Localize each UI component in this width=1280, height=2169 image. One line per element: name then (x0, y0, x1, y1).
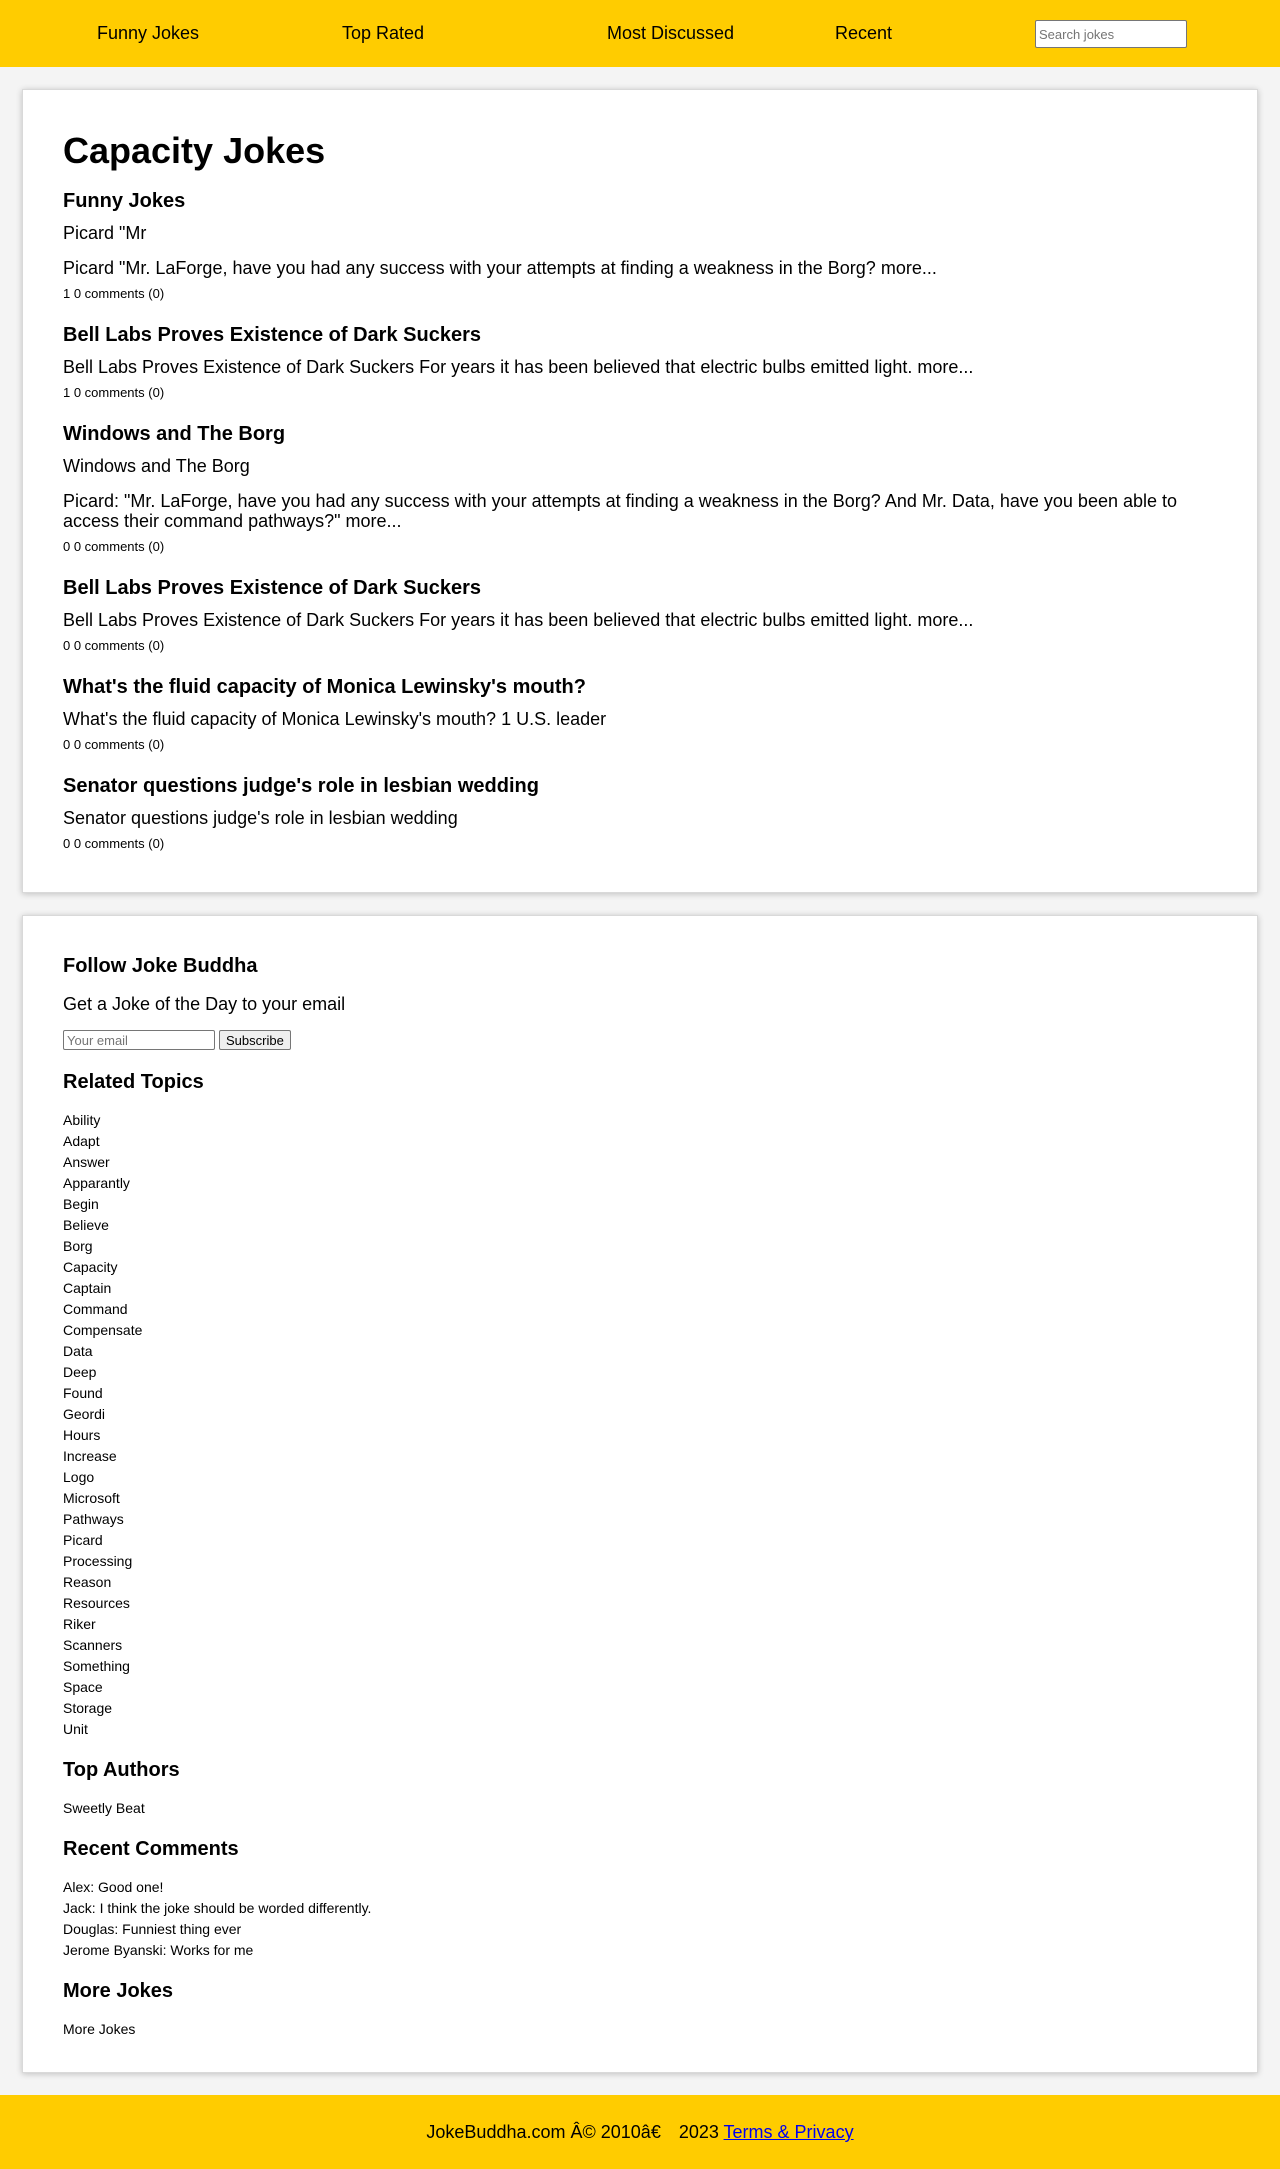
joke-body: Bell Labs Proves Existence of Dark Sucke… (63, 610, 974, 630)
search-input[interactable] (1035, 20, 1187, 48)
topic-link[interactable]: Data (63, 1341, 1217, 1362)
topic-link[interactable]: Geordi (63, 1404, 1217, 1425)
topic-link[interactable]: Space (63, 1677, 1217, 1698)
subscribe-form: Subscribe (63, 1030, 1217, 1050)
joke-subtitle: Picard "Mr (63, 223, 147, 243)
topic-link[interactable]: Believe (63, 1215, 1217, 1236)
sidebar-card: Follow Joke Buddha Get a Joke of the Day… (22, 915, 1258, 2073)
topic-link[interactable]: Compensate (63, 1320, 1217, 1341)
recent-comments-title: Recent Comments (63, 1838, 239, 1860)
top-authors-title: Top Authors (63, 1759, 180, 1781)
topic-link[interactable]: Scanners (63, 1635, 1217, 1656)
email-input[interactable] (63, 1030, 215, 1050)
joke-meta: 0 0 comments (0) (63, 737, 165, 752)
topic-link[interactable]: Storage (63, 1698, 1217, 1719)
joke-title[interactable]: Bell Labs Proves Existence of Dark Sucke… (63, 576, 1217, 600)
joke-item: Bell Labs Proves Existence of Dark Sucke… (63, 576, 1217, 654)
joke-meta: 1 0 comments (0) (63, 385, 165, 400)
topic-link[interactable]: Increase (63, 1446, 1217, 1467)
nav-most-discussed[interactable]: Most Discussed (607, 23, 734, 43)
topic-link[interactable]: Pathways (63, 1509, 1217, 1530)
topic-link[interactable]: Riker (63, 1614, 1217, 1635)
topic-link[interactable]: Captain (63, 1278, 1217, 1299)
comment-item: Douglas: Funniest thing ever (63, 1921, 242, 1937)
topic-link[interactable]: Microsoft (63, 1488, 1217, 1509)
topic-link[interactable]: Picard (63, 1530, 1217, 1551)
nav-funny-jokes[interactable]: Funny Jokes (97, 23, 199, 43)
joke-title[interactable]: What's the fluid capacity of Monica Lewi… (63, 675, 1217, 699)
joke-body: Bell Labs Proves Existence of Dark Sucke… (63, 357, 974, 377)
topic-link[interactable]: Reason (63, 1572, 1217, 1593)
follow-description: Get a Joke of the Day to your email (63, 994, 346, 1014)
topic-link[interactable]: Something (63, 1656, 1217, 1677)
page-title: Capacity Jokes (63, 130, 326, 171)
joke-body: Picard "Mr. LaForge, have you had any su… (63, 258, 937, 278)
related-topics-title: Related Topics (63, 1071, 204, 1093)
joke-title[interactable]: Funny Jokes (63, 189, 1217, 213)
follow-title: Follow Joke Buddha (63, 955, 258, 977)
topic-link[interactable]: Ability (63, 1110, 1217, 1131)
comment-item: Jerome Byanski: Works for me (63, 1942, 254, 1958)
topic-link[interactable]: Answer (63, 1152, 1217, 1173)
author-link[interactable]: Sweetly Beat (63, 1798, 1217, 1819)
joke-item: Bell Labs Proves Existence of Dark Sucke… (63, 323, 1217, 401)
topic-link[interactable]: Logo (63, 1467, 1217, 1488)
topic-link[interactable]: Found (63, 1383, 1217, 1404)
joke-body: Picard: "Mr. LaForge, have you had any s… (63, 491, 1178, 531)
subscribe-button[interactable]: Subscribe (219, 1030, 291, 1050)
footer: JokeBuddha.com Â© 2010â€ 2023 Terms & Pr… (0, 2095, 1280, 2169)
comment-item: Alex: Good one! (63, 1879, 164, 1895)
comment-list: Alex: Good one! Jack: I think the joke s… (63, 1877, 1217, 1961)
topic-link[interactable]: Command (63, 1299, 1217, 1320)
joke-item: What's the fluid capacity of Monica Lewi… (63, 675, 1217, 753)
topic-link[interactable]: Unit (63, 1719, 1217, 1740)
topic-link[interactable]: Capacity (63, 1257, 1217, 1278)
topic-link[interactable]: Hours (63, 1425, 1217, 1446)
joke-item: Senator questions judge's role in lesbia… (63, 774, 1217, 852)
nav-recent[interactable]: Recent (835, 23, 892, 43)
joke-subtitle: Windows and The Borg (63, 456, 250, 476)
joke-item: Windows and The Borg Windows and The Bor… (63, 422, 1217, 555)
more-jokes-link[interactable]: More Jokes (63, 2019, 1217, 2040)
joke-meta: 0 0 comments (0) (63, 638, 165, 653)
joke-title[interactable]: Senator questions judge's role in lesbia… (63, 774, 1217, 798)
jokes-card: Capacity Jokes Funny Jokes Picard "Mr Pi… (22, 89, 1258, 893)
terms-privacy-link[interactable]: Terms & Privacy (724, 2122, 854, 2142)
topic-link[interactable]: Resources (63, 1593, 1217, 1614)
topic-link[interactable]: Apparantly (63, 1173, 1217, 1194)
joke-title[interactable]: Windows and The Borg (63, 422, 1217, 446)
topic-link[interactable]: Begin (63, 1194, 1217, 1215)
top-nav: Funny Jokes Top Rated Most Discussed Rec… (0, 0, 1280, 67)
joke-item: Funny Jokes Picard "Mr Picard "Mr. LaFor… (63, 189, 1217, 302)
topic-link[interactable]: Adapt (63, 1131, 1217, 1152)
nav-top-rated[interactable]: Top Rated (342, 23, 424, 43)
joke-meta: 0 0 comments (0) (63, 836, 165, 851)
comment-item: Jack: I think the joke should be worded … (63, 1900, 372, 1916)
joke-meta: 0 0 comments (0) (63, 539, 165, 554)
topic-link[interactable]: Deep (63, 1362, 1217, 1383)
joke-meta: 1 0 comments (0) (63, 286, 165, 301)
more-jokes-title: More Jokes (63, 1980, 174, 2002)
footer-copyright: JokeBuddha.com Â© 2010â€ 2023 (426, 2122, 724, 2142)
topic-link[interactable]: Processing (63, 1551, 1217, 1572)
joke-title[interactable]: Bell Labs Proves Existence of Dark Sucke… (63, 323, 1217, 347)
joke-body: What's the fluid capacity of Monica Lewi… (63, 709, 607, 729)
joke-body: Senator questions judge's role in lesbia… (63, 808, 458, 828)
topic-link[interactable]: Borg (63, 1236, 1217, 1257)
topic-list: Ability Adapt Answer Apparantly Begin Be… (63, 1110, 1217, 1740)
